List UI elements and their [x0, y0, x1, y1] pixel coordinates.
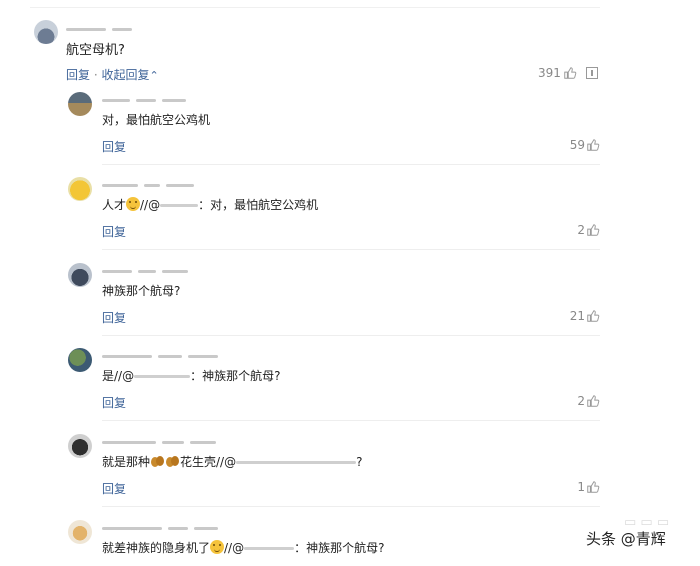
reply-text: 是//@ ：神族那个航母?: [102, 369, 281, 383]
avatar[interactable]: [34, 20, 58, 44]
reply-text: 对，最怕航空公鸡机: [102, 113, 211, 127]
divider: [102, 506, 600, 507]
divider: [102, 420, 600, 421]
reply-button[interactable]: 回复: [102, 394, 126, 411]
reply-button[interactable]: 回复: [102, 138, 126, 155]
reply-button[interactable]: 回复: [102, 480, 126, 497]
mention-obscured[interactable]: [160, 204, 199, 207]
like-button[interactable]: 59: [570, 138, 600, 152]
like-count: 59: [569, 138, 585, 152]
avatar[interactable]: [68, 92, 92, 116]
smile-emoji-icon: [126, 197, 141, 211]
thumb-up-icon: [587, 224, 600, 236]
svg-text:▭ ▭ ▭: ▭ ▭ ▭: [624, 515, 669, 528]
divider: [102, 249, 600, 250]
like-button[interactable]: 1: [577, 480, 600, 494]
like-button[interactable]: 2: [577, 223, 600, 237]
username-obscured[interactable]: [102, 518, 242, 530]
reply-text: 神族那个航母?: [102, 284, 181, 298]
top-divider: [30, 7, 600, 8]
like-button[interactable]: 21: [570, 309, 600, 323]
peanut-emoji-icon: [151, 456, 165, 467]
like-count: 391: [538, 66, 561, 80]
reply-text: 就是那种 花生壳//@?: [102, 455, 363, 469]
avatar[interactable]: [68, 177, 92, 201]
reply-button[interactable]: 回复: [102, 223, 126, 240]
username-obscured[interactable]: [102, 175, 242, 187]
collapse-replies-button[interactable]: 收起回复: [102, 68, 150, 82]
reply-button[interactable]: 回复: [102, 309, 126, 326]
divider: [102, 164, 600, 165]
comment-actions: 回复 · 收起回复⌃: [66, 66, 159, 83]
thumb-up-icon: [587, 139, 600, 151]
comment-text: 航空母机?: [66, 43, 125, 58]
avatar[interactable]: [68, 434, 92, 458]
reply-text: 人才//@ ：对，最怕航空公鸡机: [102, 197, 319, 212]
thumb-up-icon: [564, 67, 577, 79]
smile-emoji-icon: [210, 540, 225, 554]
like-button[interactable]: 391: [538, 66, 577, 80]
reply-button[interactable]: 回复: [66, 68, 90, 82]
mention-obscured[interactable]: [134, 375, 191, 378]
username-obscured[interactable]: [102, 261, 242, 273]
watermark-ghost-logo: ▭ ▭ ▭: [624, 515, 669, 528]
like-count: 21: [569, 309, 585, 323]
avatar[interactable]: [68, 520, 92, 544]
thumb-up-icon: [587, 310, 600, 322]
mention-obscured[interactable]: [236, 461, 357, 464]
reply-text: 就差神族的隐身机了//@ ：神族那个航母?: [102, 540, 385, 555]
username-obscured[interactable]: [102, 346, 242, 358]
separator: ·: [93, 68, 98, 82]
like-count: 2: [577, 394, 585, 408]
thumb-up-icon: [587, 481, 600, 493]
chevron-up-icon[interactable]: ⌃: [150, 69, 159, 82]
like-count: 1: [577, 480, 585, 494]
watermark: 头条 @青辉: [586, 530, 666, 548]
avatar[interactable]: [68, 263, 92, 287]
divider: [102, 335, 600, 336]
thumb-up-icon: [587, 395, 600, 407]
username-obscured[interactable]: [66, 19, 166, 31]
like-count: 2: [577, 223, 585, 237]
like-button[interactable]: 2: [577, 394, 600, 408]
avatar[interactable]: [68, 348, 92, 372]
username-obscured[interactable]: [102, 90, 242, 102]
report-icon[interactable]: [586, 67, 598, 79]
peanut-emoji-icon: [166, 456, 180, 467]
username-obscured[interactable]: [102, 432, 242, 444]
mention-obscured[interactable]: [244, 547, 295, 550]
